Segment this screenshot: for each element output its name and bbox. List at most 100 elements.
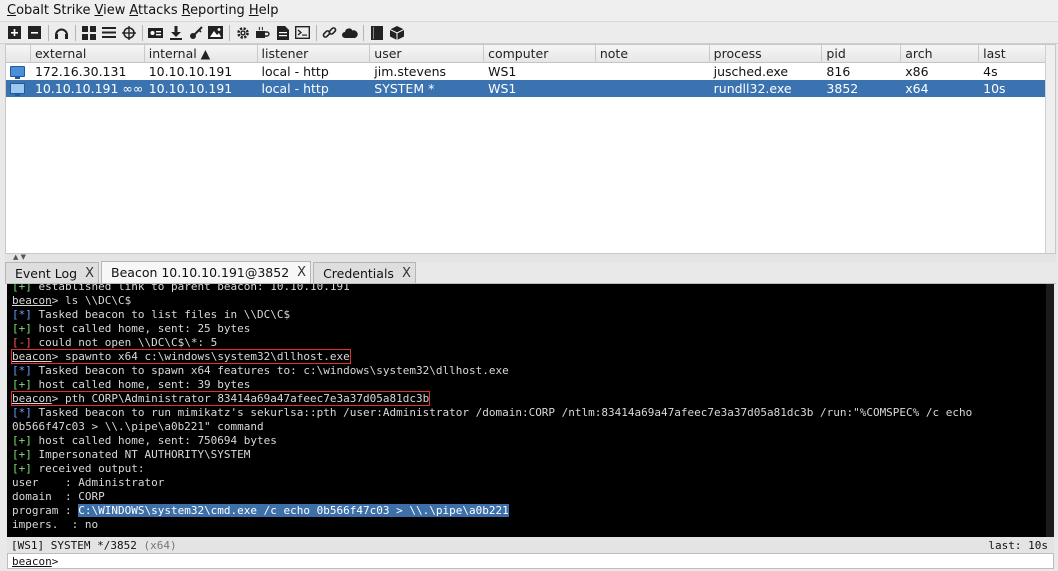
column-header-icon[interactable] bbox=[6, 45, 31, 63]
gear-icon[interactable] bbox=[234, 24, 251, 41]
table-row[interactable]: 172.16.30.131 10.10.10.191 local - http … bbox=[6, 63, 1055, 80]
console-line: user : Administrator bbox=[12, 476, 165, 489]
cell-last: 4s bbox=[983, 64, 998, 79]
cell-external: 10.10.10.191 ∞∞ bbox=[34, 81, 144, 96]
session-table[interactable]: external internal ▲ listener user comput… bbox=[5, 44, 1056, 254]
session-table-icon[interactable] bbox=[100, 24, 117, 41]
column-header-last[interactable]: last bbox=[979, 45, 1055, 63]
cell-note bbox=[596, 80, 710, 97]
command-prompt: beacon > bbox=[7, 553, 1054, 569]
menu-attacks[interactable]: Attacks bbox=[129, 3, 177, 18]
column-header-pid[interactable]: pid bbox=[822, 45, 902, 63]
cell-pid: 816 bbox=[826, 64, 851, 79]
cell-internal: 10.10.10.191 bbox=[148, 81, 233, 96]
column-header-note[interactable]: note bbox=[596, 45, 710, 63]
column-header-computer[interactable]: computer bbox=[484, 45, 596, 63]
cell-external: 172.16.30.131 bbox=[34, 64, 127, 79]
console-line: impers. : no bbox=[12, 518, 99, 531]
command-input[interactable] bbox=[60, 554, 1053, 568]
console-line: [*] Tasked beacon to list files in \\DC\… bbox=[12, 308, 291, 321]
target-icon[interactable] bbox=[120, 24, 137, 41]
cell-arch: x64 bbox=[905, 81, 929, 96]
credentials-icon[interactable] bbox=[147, 24, 164, 41]
menu-bar: Cobalt Strike View Attacks Reporting Hel… bbox=[0, 0, 1058, 22]
tab-bar: Event Log X Beacon 10.10.10.191@3852 X C… bbox=[5, 261, 1056, 284]
image-icon[interactable] bbox=[207, 24, 224, 41]
console-line: [+] received output: bbox=[12, 462, 145, 475]
status-session: [WS1] SYSTEM */3852 (x64) bbox=[11, 538, 177, 552]
cell-process: rundll32.exe bbox=[713, 81, 792, 96]
key-icon[interactable] bbox=[187, 24, 204, 41]
download-icon[interactable] bbox=[167, 24, 184, 41]
console-line: [+] host called home, sent: 39 bytes bbox=[12, 378, 251, 391]
cell-user: SYSTEM * bbox=[374, 81, 435, 96]
console-line: [*] Tasked beacon to run mimikatz's seku… bbox=[12, 406, 973, 419]
book-icon[interactable] bbox=[368, 24, 385, 41]
minus-icon[interactable] bbox=[26, 24, 43, 41]
table-row-selected[interactable]: 10.10.10.191 ∞∞ 10.10.10.191 local - htt… bbox=[6, 80, 1055, 97]
tab-credentials[interactable]: Credentials X bbox=[313, 262, 416, 283]
status-bar: [WS1] SYSTEM */3852 (x64) last: 10s bbox=[7, 537, 1054, 553]
close-icon[interactable]: X bbox=[402, 266, 411, 281]
menu-reporting[interactable]: Reporting bbox=[182, 3, 245, 18]
pivot-graph-icon[interactable] bbox=[80, 24, 97, 41]
console-line: [*] Tasked beacon to spawn x64 features … bbox=[12, 364, 509, 377]
close-icon[interactable]: X bbox=[85, 266, 94, 281]
cell-arch: x86 bbox=[905, 64, 929, 79]
table-scrollbar[interactable] bbox=[1045, 45, 1055, 253]
document-icon[interactable] bbox=[274, 24, 291, 41]
console-line: [+] established link to parent beacon: 1… bbox=[12, 284, 350, 293]
tab-label: Credentials bbox=[323, 265, 394, 281]
cell-listener: local - http bbox=[261, 64, 329, 79]
console-line: [-] could not open \\DC\C$\*: 5 bbox=[12, 336, 218, 349]
column-header-user[interactable]: user bbox=[370, 45, 485, 63]
cloud-icon[interactable] bbox=[341, 24, 358, 41]
column-header-external[interactable]: external bbox=[31, 45, 145, 63]
tab-beacon[interactable]: Beacon 10.10.10.191@3852 X bbox=[101, 261, 312, 283]
coffee-icon[interactable] bbox=[254, 24, 271, 41]
selected-text[interactable]: C:\WINDOWS\system32\cmd.exe /c echo 0b56… bbox=[78, 504, 509, 517]
link-icon[interactable] bbox=[321, 24, 338, 41]
cell-process: jusched.exe bbox=[713, 64, 789, 79]
console-line: 0b566f47c03 > \\.\pipe\a0b221" command bbox=[12, 420, 264, 433]
table-header: external internal ▲ listener user comput… bbox=[6, 45, 1055, 63]
column-header-arch[interactable]: arch bbox=[901, 45, 980, 63]
toolbar-separator bbox=[316, 24, 317, 41]
beacon-console[interactable]: [+] established link to parent beacon: 1… bbox=[7, 284, 1054, 537]
console-line: [+] host called home, sent: 25 bytes bbox=[12, 322, 251, 335]
column-header-listener[interactable]: listener bbox=[258, 45, 371, 63]
monitor-icon bbox=[6, 63, 31, 80]
cell-note bbox=[596, 63, 710, 80]
column-header-internal[interactable]: internal ▲ bbox=[145, 45, 258, 63]
cell-computer: WS1 bbox=[488, 81, 517, 96]
console-line-highlighted: beacon> spawnto x64 c:\windows\system32\… bbox=[11, 349, 351, 364]
console-icon[interactable] bbox=[294, 24, 311, 41]
column-header-process[interactable]: process bbox=[710, 45, 823, 63]
headphones-icon[interactable] bbox=[53, 24, 70, 41]
cell-last: 10s bbox=[983, 81, 1006, 96]
plus-icon[interactable] bbox=[6, 24, 23, 41]
close-icon[interactable]: X bbox=[297, 265, 306, 280]
status-last: last: 10s bbox=[988, 538, 1048, 552]
menu-view[interactable]: View bbox=[94, 3, 125, 18]
tab-label: Beacon 10.10.10.191@3852 bbox=[111, 265, 290, 280]
console-line: domain : CORP bbox=[12, 490, 105, 503]
cell-user: jim.stevens bbox=[374, 64, 447, 79]
package-icon[interactable] bbox=[388, 24, 405, 41]
menu-help[interactable]: Help bbox=[249, 3, 279, 18]
toolbar-separator bbox=[142, 24, 143, 41]
console-line-highlighted: beacon> pth CORP\Administrator 83414a69a… bbox=[10, 391, 431, 406]
toolbar bbox=[0, 22, 1058, 44]
console-line: [+] host called home, sent: 750694 bytes bbox=[12, 434, 277, 447]
toolbar-separator bbox=[229, 24, 230, 41]
menu-cobalt-strike[interactable]: Cobalt Strike bbox=[7, 3, 90, 18]
toolbar-separator bbox=[48, 24, 49, 41]
prompt-symbol: > bbox=[51, 554, 59, 568]
toolbar-separator bbox=[75, 24, 76, 41]
prompt-label: beacon bbox=[12, 554, 52, 568]
console-scrollbar[interactable] bbox=[1046, 284, 1054, 537]
tab-event-log[interactable]: Event Log X bbox=[5, 262, 100, 283]
cell-computer: WS1 bbox=[488, 64, 517, 79]
console-line: beacon> ls \\DC\C$ bbox=[12, 294, 132, 307]
cell-listener: local - http bbox=[261, 81, 329, 96]
